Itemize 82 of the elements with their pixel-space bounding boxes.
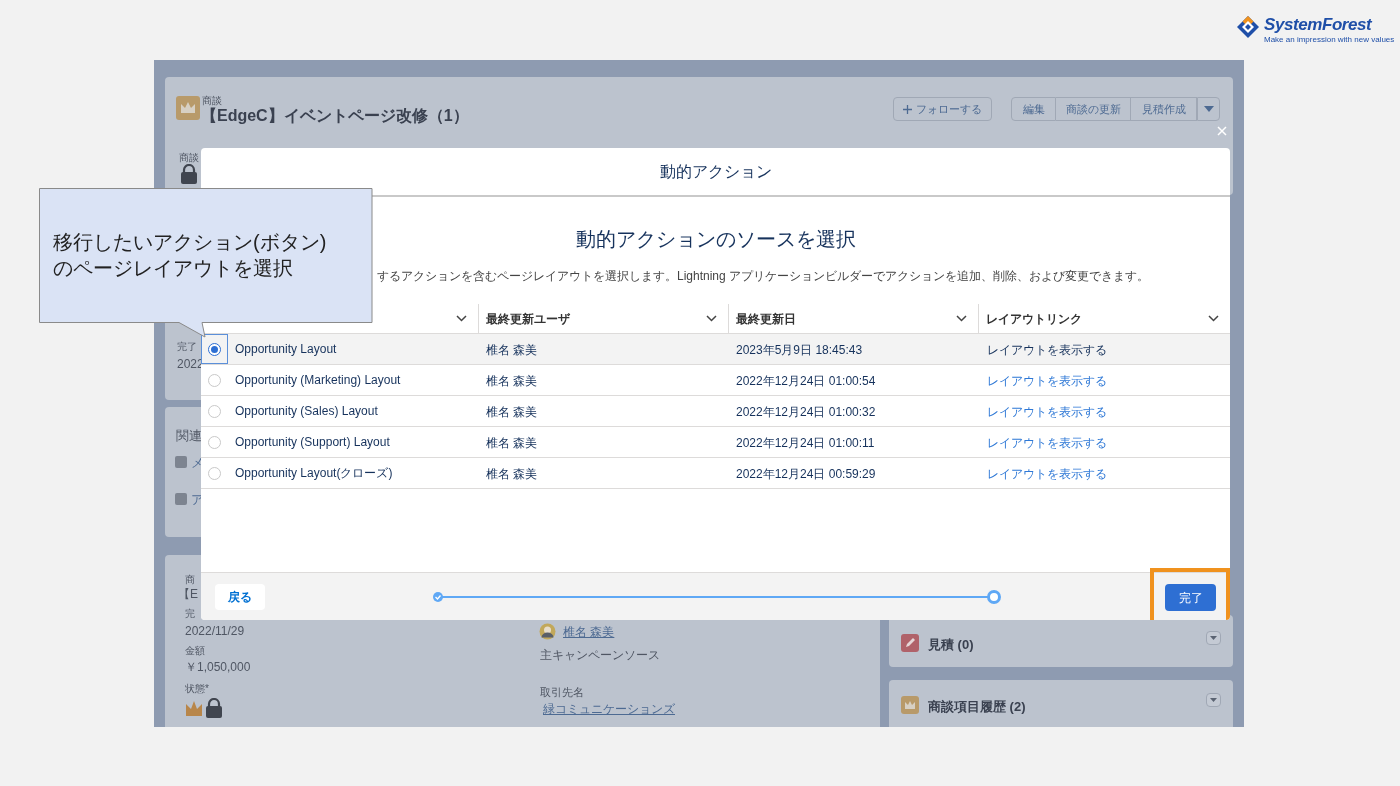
finish-button[interactable]: 完了 xyxy=(1165,584,1216,611)
field-label: 商談 xyxy=(179,151,199,165)
related-list-title[interactable]: 商談項目履歴 (2) xyxy=(928,697,1026,717)
table-cell: 椎名 森美 xyxy=(486,343,538,357)
table-cell: 椎名 森美 xyxy=(486,374,538,388)
field-label: 主キャンペーンソース xyxy=(540,647,660,664)
follow-button[interactable]: フォローする xyxy=(893,97,992,121)
crown-lock-icon xyxy=(185,698,225,718)
caret-icon xyxy=(1210,636,1217,640)
field-label: 状態* xyxy=(185,682,210,696)
field-value: ￥1,050,000 xyxy=(185,659,252,676)
table-cell: 2022年12月24日 01:00:11 xyxy=(736,436,875,450)
object-label: 商談 xyxy=(202,94,222,107)
table-cell-text: Opportunity Layout xyxy=(235,341,337,358)
table-cell: 椎名 森美 xyxy=(486,436,538,450)
list-icon xyxy=(175,456,187,468)
chevron-down-icon xyxy=(706,315,717,322)
layout-link[interactable]: レイアウトを表示する xyxy=(987,374,1107,388)
caret-icon xyxy=(1210,698,1217,702)
field-label: 完 xyxy=(185,607,195,621)
field-label: 完了 xyxy=(177,341,197,353)
dropdown-button[interactable] xyxy=(1206,693,1221,707)
layout-link[interactable]: レイアウトを表示する xyxy=(987,436,1107,450)
action-button[interactable]: 商談の更新 xyxy=(1056,97,1131,121)
field-label: 商 xyxy=(185,573,195,587)
radio-button[interactable] xyxy=(208,435,221,449)
field-value: 2022/11/29 xyxy=(185,623,246,640)
dropdown-button[interactable] xyxy=(1206,631,1221,645)
chevron-down-icon xyxy=(956,315,967,322)
back-button[interactable]: 戻る xyxy=(215,584,265,610)
logo-wordmark: SystemForest xyxy=(1264,15,1373,35)
table-cell-text: Opportunity (Support) Layout xyxy=(235,434,390,451)
record-title: 【EdgeC】イベントページ改修（1） xyxy=(201,106,469,126)
table-cell: 2022年12月24日 01:00:32 xyxy=(736,405,876,419)
crown-icon xyxy=(901,696,919,714)
related-link[interactable]: メ xyxy=(191,453,204,473)
owner-link[interactable]: 椎名 森美 xyxy=(563,623,615,641)
layout-link[interactable]: レイアウトを表示する xyxy=(987,467,1107,481)
related-list-title[interactable]: 見積 (0) xyxy=(928,635,974,655)
column-header[interactable]: 最終更新日 xyxy=(736,309,796,328)
radio-button[interactable] xyxy=(208,466,221,480)
table-cell-text: Opportunity Layout(クローズ) xyxy=(235,465,393,482)
table-cell: 2022年12月24日 01:00:54 xyxy=(736,374,876,388)
action-button[interactable]: 見積作成 xyxy=(1131,97,1197,121)
table-row[interactable]: Opportunity Layout 椎名 森美 2023年5月9日 18:45:43 レイアウトを表示する xyxy=(201,334,1230,365)
pencil-icon xyxy=(901,634,919,652)
field-value: 【E xyxy=(178,586,198,603)
table-cell: 2022年12月24日 00:59:29 xyxy=(736,467,876,481)
action-button[interactable]: 編集 xyxy=(1011,97,1056,121)
callout-text: 移行したいアクション(ボタン) のページレイアウトを選択 xyxy=(53,230,327,281)
table-cell: 椎名 森美 xyxy=(486,405,538,419)
modal-heading: 動的アクションのソースを選択 xyxy=(575,227,856,252)
logo-icon xyxy=(1236,15,1260,39)
caret-icon xyxy=(1203,106,1214,112)
table-cell: 2023年5月9日 18:45:43 xyxy=(736,343,863,357)
layout-link[interactable]: レイアウトを表示する xyxy=(987,343,1107,357)
layout-link[interactable]: レイアウトを表示する xyxy=(987,405,1107,419)
field-label: 取引先名 xyxy=(540,685,584,700)
avatar-icon xyxy=(539,623,556,640)
section-title: 関連 xyxy=(176,427,202,445)
chevron-down-icon xyxy=(456,315,467,322)
list-icon xyxy=(175,493,187,505)
column-header[interactable]: レイアウトリンク xyxy=(986,309,1082,328)
modal-title: 動的アクション xyxy=(659,161,772,182)
table-cell: 椎名 森美 xyxy=(486,467,538,481)
field-label: 金額 xyxy=(185,644,206,658)
lock-icon xyxy=(180,164,198,184)
radio-button[interactable] xyxy=(208,373,221,387)
column-header[interactable]: 最終更新ユーザ xyxy=(486,309,570,328)
table-cell-text: Opportunity (Marketing) Layout xyxy=(235,372,401,389)
logo-tagline: Make an impression with new values xyxy=(1264,35,1395,45)
plus-icon xyxy=(903,104,912,114)
radio-button[interactable] xyxy=(208,404,221,418)
close-button[interactable] xyxy=(1216,125,1228,137)
modal-description: するアクションを含むページレイアウトを選択します。Lightning アプリケーションビルダーでアクションを追加、削除、および変更できます。 xyxy=(377,269,1150,283)
account-link[interactable]: 緑コミュニケーションズ xyxy=(543,700,675,718)
radio-button[interactable] xyxy=(208,342,221,356)
chevron-down-icon xyxy=(1208,315,1219,322)
crown-icon xyxy=(176,96,200,120)
table-cell-text: Opportunity (Sales) Layout xyxy=(235,403,378,420)
close-icon xyxy=(1217,126,1227,136)
more-actions-button[interactable] xyxy=(1197,97,1220,121)
